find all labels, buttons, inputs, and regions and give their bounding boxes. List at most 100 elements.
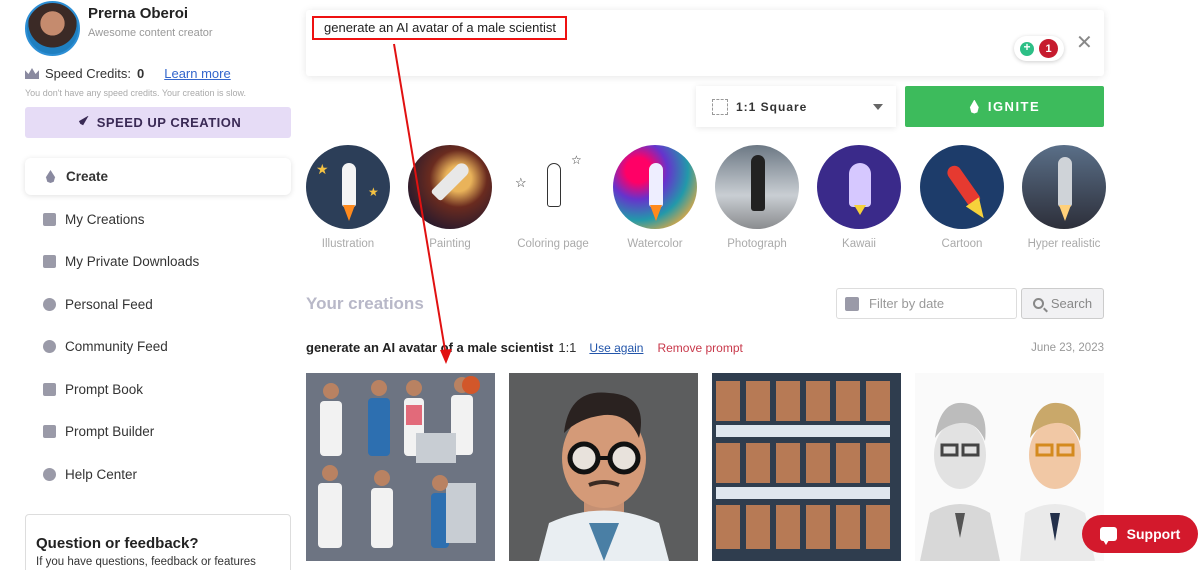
learn-more-link[interactable]: Learn more — [164, 66, 230, 81]
speed-up-label: SPEED UP CREATION — [96, 115, 242, 130]
use-again-link[interactable]: Use again — [589, 341, 643, 355]
creation-prompt-row: generate an AI avatar of a male scientis… — [306, 340, 1104, 355]
user-avatar[interactable] — [25, 1, 80, 56]
sidebar-item-personal-feed[interactable]: Personal Feed — [25, 286, 291, 323]
remove-prompt-link[interactable]: Remove prompt — [657, 341, 742, 355]
globe-icon — [43, 340, 56, 353]
flame-icon — [45, 170, 56, 183]
speed-up-creation-button[interactable]: SPEED UP CREATION — [25, 107, 291, 138]
feedback-text: If you have questions, feedback or featu… — [36, 556, 256, 568]
style-label: Watercolor — [627, 238, 683, 250]
style-label: Cartoon — [941, 238, 983, 250]
support-label: Support — [1126, 526, 1181, 542]
sidebar-item-community-feed[interactable]: Community Feed — [25, 328, 291, 365]
calendar-icon — [845, 296, 859, 311]
style-label: Painting — [429, 238, 471, 250]
style-label: Illustration — [321, 238, 375, 250]
style-thumbnail — [920, 145, 1004, 229]
style-kawaii[interactable]: Kawaii — [816, 145, 902, 250]
speed-credits: Speed Credits: 0 Learn more — [25, 66, 231, 81]
scientist-portrait-grid-image — [716, 381, 890, 549]
style-thumbnail — [817, 145, 901, 229]
credits-count: 0 — [137, 66, 145, 81]
sidebar-item-label: Prompt Book — [65, 381, 144, 397]
style-label: Photograph — [727, 238, 787, 250]
lightbulb-icon — [1020, 40, 1034, 56]
aspect-ratio-select[interactable]: 1:1 Square — [696, 86, 896, 127]
style-thumbnail — [613, 145, 697, 229]
style-illustration[interactable]: ★ ★ Illustration — [305, 145, 391, 250]
sidebar-item-my-creations[interactable]: My Creations — [25, 201, 291, 238]
prompt-ideas-badge[interactable]: 1 — [1014, 36, 1064, 61]
chevron-down-icon — [873, 104, 883, 110]
prompt-input[interactable]: generate an AI avatar of a male scientis… — [306, 10, 1104, 76]
app-root: Prerna Oberoi Awesome content creator Sp… — [0, 0, 1200, 570]
sidebar-item-label: Create — [66, 169, 109, 184]
book-icon — [43, 382, 56, 396]
style-watercolor[interactable]: Watercolor — [612, 145, 698, 250]
creation-image[interactable] — [712, 373, 901, 561]
creation-image[interactable] — [509, 373, 698, 561]
filter-placeholder: Filter by date — [869, 296, 945, 311]
style-thumbnail: ★ ★ — [306, 145, 390, 229]
style-thumbnail: ☆ ☆ — [511, 145, 595, 229]
style-thumbnail — [1022, 145, 1106, 229]
your-creations-title: Your creations — [306, 294, 424, 313]
prompt-text[interactable]: generate an AI avatar of a male scientis… — [312, 16, 567, 40]
chat-icon — [1099, 527, 1117, 545]
search-icon — [1032, 298, 1044, 309]
rocket-icon — [78, 115, 89, 126]
sidebar-item-help-center[interactable]: Help Center — [25, 456, 291, 493]
feedback-box: Question or feedback? If you have questi… — [25, 514, 291, 570]
sidebar-item-label: Prompt Builder — [65, 424, 155, 439]
download-icon — [43, 255, 56, 268]
sidebar-item-private-downloads[interactable]: My Private Downloads — [25, 243, 291, 280]
ignite-button[interactable]: IGNITE — [905, 86, 1104, 127]
creation-image[interactable] — [306, 373, 495, 561]
sidebar-nav: Create My Creations My Private Downloads… — [25, 158, 291, 498]
sidebar-item-prompt-book[interactable]: Prompt Book — [25, 371, 291, 408]
support-button[interactable]: Support — [1082, 515, 1198, 553]
cartoon-scientist-image — [539, 392, 669, 561]
sidebar-item-label: Community Feed — [65, 339, 168, 354]
search-label: Search — [1050, 296, 1093, 311]
sidebar-item-label: Personal Feed — [65, 296, 153, 312]
lifebuoy-icon — [43, 467, 56, 481]
sidebar-item-create[interactable]: Create — [25, 158, 291, 195]
sidebar-item-label: Help Center — [65, 466, 138, 482]
idea-count: 1 — [1039, 39, 1058, 58]
male-scientist-avatars-image — [920, 402, 1095, 561]
credits-label: Speed Credits: — [45, 66, 131, 81]
creation-prompt-title: generate an AI avatar of a male scientis… — [306, 340, 554, 355]
style-label: Coloring page — [517, 238, 589, 250]
style-thumbnail — [408, 145, 492, 229]
style-cartoon[interactable]: Cartoon — [919, 145, 1005, 250]
style-hyper-realistic[interactable]: Hyper realistic — [1021, 145, 1107, 250]
credits-note: You don't have any speed credits. Your c… — [25, 88, 247, 98]
search-button[interactable]: Search — [1021, 288, 1104, 319]
flame-icon — [969, 99, 979, 114]
filter-by-date-input[interactable]: Filter by date — [836, 288, 1017, 319]
style-photograph[interactable]: Photograph — [714, 145, 800, 250]
sidebar: Prerna Oberoi Awesome content creator Sp… — [0, 0, 300, 570]
creation-date: June 23, 2023 — [1031, 341, 1104, 354]
style-thumbnail — [715, 145, 799, 229]
style-painting[interactable]: Painting — [407, 145, 493, 250]
ignite-label: IGNITE — [987, 99, 1041, 114]
creation-ratio: 1:1 — [558, 340, 577, 355]
profile-subtitle: Awesome content creator — [88, 26, 213, 39]
sidebar-item-label: My Creations — [65, 211, 145, 227]
profile-name: Prerna Oberoi — [88, 4, 189, 22]
aspect-ratio-label: 1:1 Square — [736, 99, 808, 114]
creation-image[interactable] — [915, 373, 1104, 561]
scientists-group-image — [318, 376, 480, 548]
sidebar-item-prompt-builder[interactable]: Prompt Builder — [25, 413, 291, 450]
tools-icon — [43, 425, 56, 438]
crown-icon — [25, 68, 39, 79]
profile[interactable]: Prerna Oberoi Awesome content creator — [25, 1, 213, 56]
user-circle-icon — [43, 297, 56, 311]
clear-prompt-close-icon[interactable]: ✕ — [1076, 33, 1093, 53]
square-ratio-icon — [712, 98, 728, 115]
style-label: Hyper realistic — [1027, 238, 1101, 250]
style-coloring-page[interactable]: ☆ ☆ Coloring page — [510, 145, 596, 250]
